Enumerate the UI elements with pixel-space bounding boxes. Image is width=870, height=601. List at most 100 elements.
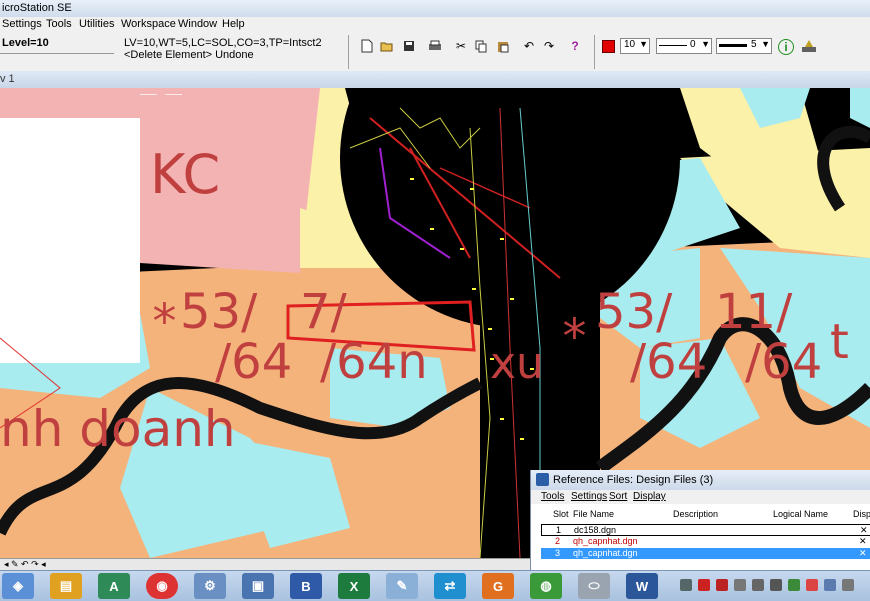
row-file: qh_capnhat.dgn [573, 536, 638, 546]
tray-status-icon[interactable] [788, 579, 800, 591]
display-check-icon[interactable]: ✕ [859, 548, 867, 559]
ref-menu-sort[interactable]: Sort [609, 491, 627, 502]
taskbar: ◈ ▤ A ◉ ⚙ ▣ B X ✎ ⇄ G ◍ ⬭ W [0, 570, 870, 601]
menu-window[interactable]: Window [178, 18, 217, 30]
drive-icon[interactable]: ⬭ [578, 573, 610, 599]
lot-label-3a: 53/ [595, 284, 673, 340]
start-button[interactable]: ◈ [2, 573, 34, 599]
menu-workspace[interactable]: Workspace [121, 18, 176, 30]
tray-v-icon[interactable] [698, 579, 710, 591]
print-icon[interactable] [426, 37, 444, 55]
table-row[interactable]: 1 dc158.dgn ✕ [541, 524, 870, 536]
excel-icon[interactable]: X [338, 573, 370, 599]
level-value: 10 [624, 39, 636, 50]
ref-menu-tools[interactable]: Tools [541, 491, 564, 502]
toolbar-separator [594, 35, 595, 69]
tray-shield-icon[interactable] [716, 579, 728, 591]
line-style-dropdown[interactable]: 0 ▼ [656, 38, 712, 54]
line-weight-value: 5 [751, 39, 757, 50]
reference-files-icon [536, 473, 549, 486]
reference-files-dialog: Reference Files: Design Files (3) Tools … [530, 470, 870, 570]
col-file-name[interactable]: File Name [573, 509, 614, 519]
tray-device-icon[interactable] [770, 579, 782, 591]
level-underline [0, 53, 114, 54]
reference-dialog-titlebar: Reference Files: Design Files (3) [531, 470, 870, 490]
paste-icon[interactable] [494, 37, 512, 55]
line-weight-preview [719, 44, 747, 47]
command-window: Level=10 LV=10,WT=5,LC=SOL,CO=3,TP=Intsc… [0, 33, 870, 72]
menu-bar: Settings Tools Utilities Workspace Windo… [0, 17, 870, 33]
line-style-value: 0 [690, 39, 696, 50]
lot-label-4a: 11/ [715, 284, 793, 340]
command-prompt: <Delete Element> Undone [124, 49, 254, 61]
level-manager-icon[interactable] [800, 37, 818, 55]
copy-icon[interactable] [472, 37, 490, 55]
image-viewer-icon[interactable]: ▣ [242, 573, 274, 599]
word-icon[interactable]: W [626, 573, 658, 599]
tray-network-icon[interactable] [824, 579, 836, 591]
lot-label-3b: /64 [630, 334, 707, 390]
network-icon[interactable]: ⚙ [194, 573, 226, 599]
menu-help[interactable]: Help [222, 18, 245, 30]
lot-label-4b: /64 [745, 334, 822, 390]
cut-icon[interactable]: ✂ [452, 37, 470, 55]
menu-settings[interactable]: Settings [2, 18, 42, 30]
foxit-icon[interactable]: G [482, 573, 514, 599]
tray-app-icon[interactable] [680, 579, 692, 591]
attribute-status: LV=10,WT=5,LC=SOL,CO=3,TP=Intsct2 [124, 37, 322, 49]
chevron-down-icon: ▼ [761, 39, 770, 49]
view-label: v 1 [0, 73, 15, 85]
file-explorer-icon[interactable]: ▤ [50, 573, 82, 599]
reference-menu-bar: Tools Settings Sort Display [531, 490, 870, 504]
tray-usb-icon[interactable] [734, 579, 746, 591]
teamviewer-icon[interactable]: ⇄ [434, 573, 466, 599]
toolbar-separator [348, 35, 349, 69]
row-file: qh_capnhat.dgn [573, 548, 638, 558]
app-b-icon[interactable]: B [290, 573, 322, 599]
col-slot[interactable]: Slot [553, 509, 569, 519]
redo-icon[interactable]: ↷ [540, 37, 558, 55]
col-logical-name[interactable]: Logical Name [773, 509, 828, 519]
new-file-icon[interactable] [358, 37, 376, 55]
zone-label-kc: KC [150, 143, 220, 206]
lot-label-2a: 7/ [300, 284, 348, 340]
display-check-icon[interactable]: ✕ [859, 536, 867, 547]
table-row-selected[interactable]: 3 qh_capnhat.dgn ✕ [541, 548, 870, 559]
tray-volume-icon[interactable] [842, 579, 854, 591]
col-display[interactable]: Displ [853, 509, 870, 519]
save-icon[interactable] [400, 37, 418, 55]
active-color-swatch[interactable] [602, 40, 615, 53]
tray-chrome-icon[interactable] [806, 579, 818, 591]
lot-label-2b: /64n [320, 334, 428, 390]
chevron-down-icon: ▼ [639, 39, 648, 49]
menu-tools[interactable]: Tools [46, 18, 72, 30]
table-row[interactable]: 2 qh_capnhat.dgn ✕ [541, 536, 870, 547]
title-bar: icroStation SE [0, 0, 870, 18]
reference-dialog-title: Reference Files: Design Files (3) [553, 474, 714, 486]
zone-label-star: * [150, 294, 179, 350]
undo-icon[interactable]: ↶ [520, 37, 538, 55]
display-check-icon[interactable]: ✕ [860, 525, 868, 536]
chrome-icon[interactable]: ◉ [146, 573, 178, 599]
tray-printer-icon[interactable] [752, 579, 764, 591]
row-file: dc158.dgn [574, 525, 617, 535]
ref-menu-display[interactable]: Display [633, 491, 666, 502]
globe-icon[interactable]: ◍ [530, 573, 562, 599]
view-controls-icons[interactable]: ◂ ✎ ↶ ↷ ◂ [4, 559, 46, 570]
microstation-icon[interactable]: A [98, 573, 130, 599]
line-style-preview [659, 45, 687, 46]
col-description[interactable]: Description [673, 509, 718, 519]
level-dropdown[interactable]: 10 ▼ [620, 38, 650, 54]
notes-icon[interactable]: ✎ [386, 573, 418, 599]
ref-menu-settings[interactable]: Settings [571, 491, 607, 502]
lot-label-1b: /64 [215, 334, 292, 390]
info-icon[interactable]: i [778, 39, 794, 55]
zone-label-star-2: * [560, 309, 589, 365]
line-weight-dropdown[interactable]: 5 ▼ [716, 38, 772, 54]
row-slot: 2 [555, 536, 561, 546]
menu-utilities[interactable]: Utilities [79, 18, 114, 30]
reference-table-header: Slot File Name Description Logical Name … [541, 508, 870, 522]
open-icon[interactable] [378, 37, 396, 55]
help-icon[interactable]: ? [566, 37, 584, 55]
zone-label-xu: xu [490, 338, 544, 389]
